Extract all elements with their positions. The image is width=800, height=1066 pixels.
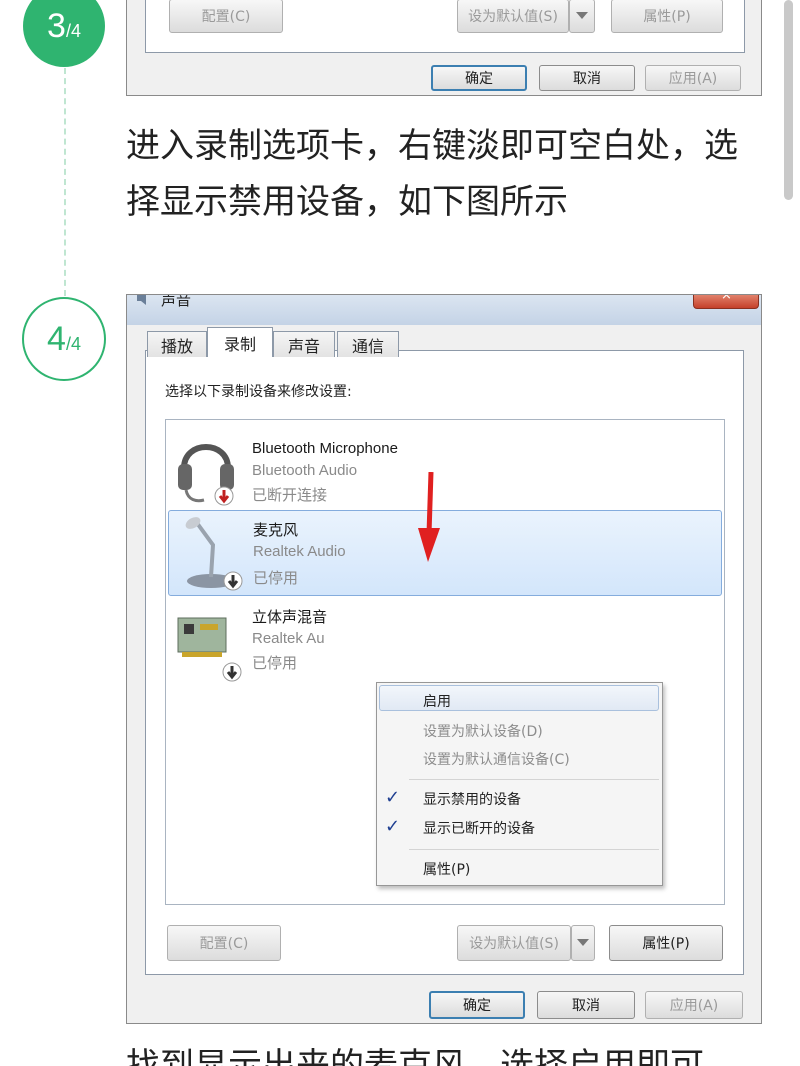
instruction-step4: 找到显示出来的麦克风，选择启用即可 <box>126 1046 704 1066</box>
speaker-icon <box>137 295 146 305</box>
menu-item-set-default[interactable]: 设置为默认设备(D) <box>423 721 543 741</box>
screenshot-sound-dialog: 声音 × 播放 录制 声音 通信 选择以下录制设备来修改设置: Bluetoot… <box>126 294 762 1024</box>
tab-sounds[interactable]: 声音 <box>273 331 335 357</box>
step-number: 4 <box>47 319 66 358</box>
menu-separator <box>409 779 659 780</box>
menu-item-set-default-comm[interactable]: 设置为默认通信设备(C) <box>423 749 570 769</box>
context-menu: 启用 设置为默认设备(D) 设置为默认通信设备(C) ✓ 显示禁用的设备 ✓ 显… <box>376 682 663 886</box>
set-default-button[interactable]: 设为默认值(S) <box>457 0 569 33</box>
close-button[interactable]: × <box>693 294 759 309</box>
check-icon: ✓ <box>385 816 401 837</box>
close-icon: × <box>721 294 732 303</box>
device-status: 已停用 <box>253 570 299 587</box>
device-item-microphone[interactable]: 麦克风 Realtek Audio 已停用 <box>168 510 722 596</box>
step-total: /4 <box>65 20 81 41</box>
cancel-button[interactable]: 取消 <box>537 991 635 1019</box>
set-default-button[interactable]: 设为默认值(S) <box>457 925 571 961</box>
step-timeline <box>64 68 66 296</box>
device-name: 麦克风 <box>253 522 299 539</box>
screenshot-step3: 配置(C) 设为默认值(S) 属性(P) 确定 取消 应用(A) <box>126 0 762 96</box>
headset-icon <box>178 444 234 506</box>
configure-button[interactable]: 配置(C) <box>169 0 283 33</box>
device-list-prompt: 选择以下录制设备来修改设置: <box>165 384 352 400</box>
device-name: Bluetooth Microphone <box>252 440 398 457</box>
properties-button[interactable]: 属性(P) <box>609 925 723 961</box>
page-scrollbar[interactable] <box>784 0 793 200</box>
menu-item-properties[interactable]: 属性(P) <box>423 859 470 879</box>
device-driver: Realtek Au <box>252 630 325 647</box>
device-driver: Realtek Audio <box>253 543 346 560</box>
tab-recording[interactable]: 录制 <box>207 327 273 357</box>
tab-communications[interactable]: 通信 <box>337 331 399 357</box>
menu-item-enable[interactable]: 启用 <box>423 691 451 711</box>
menu-highlight <box>379 685 659 711</box>
device-item-bluetooth-mic[interactable]: Bluetooth Microphone Bluetooth Audio 已断开… <box>168 426 722 512</box>
sound-card-icon <box>177 617 242 682</box>
menu-separator <box>409 849 659 850</box>
ok-button[interactable]: 确定 <box>431 65 527 91</box>
check-icon: ✓ <box>385 787 401 808</box>
device-status: 已停用 <box>252 655 298 672</box>
dropdown-arrow-icon <box>577 939 589 946</box>
step-badge-4: 4 /4 <box>22 297 106 381</box>
annotation-arrow-icon <box>418 472 440 562</box>
menu-item-show-disconnected[interactable]: 显示已断开的设备 <box>423 818 535 838</box>
device-driver: Bluetooth Audio <box>252 462 358 479</box>
menu-item-show-disabled[interactable]: 显示禁用的设备 <box>423 789 521 809</box>
apply-button[interactable]: 应用(A) <box>645 65 741 91</box>
set-default-dropdown[interactable] <box>569 0 595 33</box>
dialog-titlebar: 声音 × <box>127 294 761 325</box>
ok-button[interactable]: 确定 <box>429 991 525 1019</box>
apply-button[interactable]: 应用(A) <box>645 991 743 1019</box>
configure-button[interactable]: 配置(C) <box>167 925 281 961</box>
dialog-title: 声音 <box>161 294 192 309</box>
step-badge-3: 3 /4 <box>23 0 105 67</box>
dropdown-arrow-icon <box>576 12 588 19</box>
set-default-dropdown[interactable] <box>571 925 595 961</box>
microphone-icon <box>185 517 243 591</box>
step-total: /4 <box>65 333 81 354</box>
instruction-step3: 进入录制选项卡，右键淡即可空白处，选择显示禁用设备，如下图所示 <box>126 126 738 222</box>
tab-playback[interactable]: 播放 <box>147 331 207 357</box>
device-status: 已断开连接 <box>252 487 328 504</box>
cancel-button[interactable]: 取消 <box>539 65 635 91</box>
device-list[interactable]: Bluetooth Microphone Bluetooth Audio 已断开… <box>165 419 725 905</box>
step-number: 3 <box>47 6 66 45</box>
device-item-stereo-mix[interactable]: 立体声混音 Realtek Au 已停用 <box>168 602 722 688</box>
properties-button[interactable]: 属性(P) <box>611 0 723 33</box>
device-name: 立体声混音 <box>252 609 328 626</box>
